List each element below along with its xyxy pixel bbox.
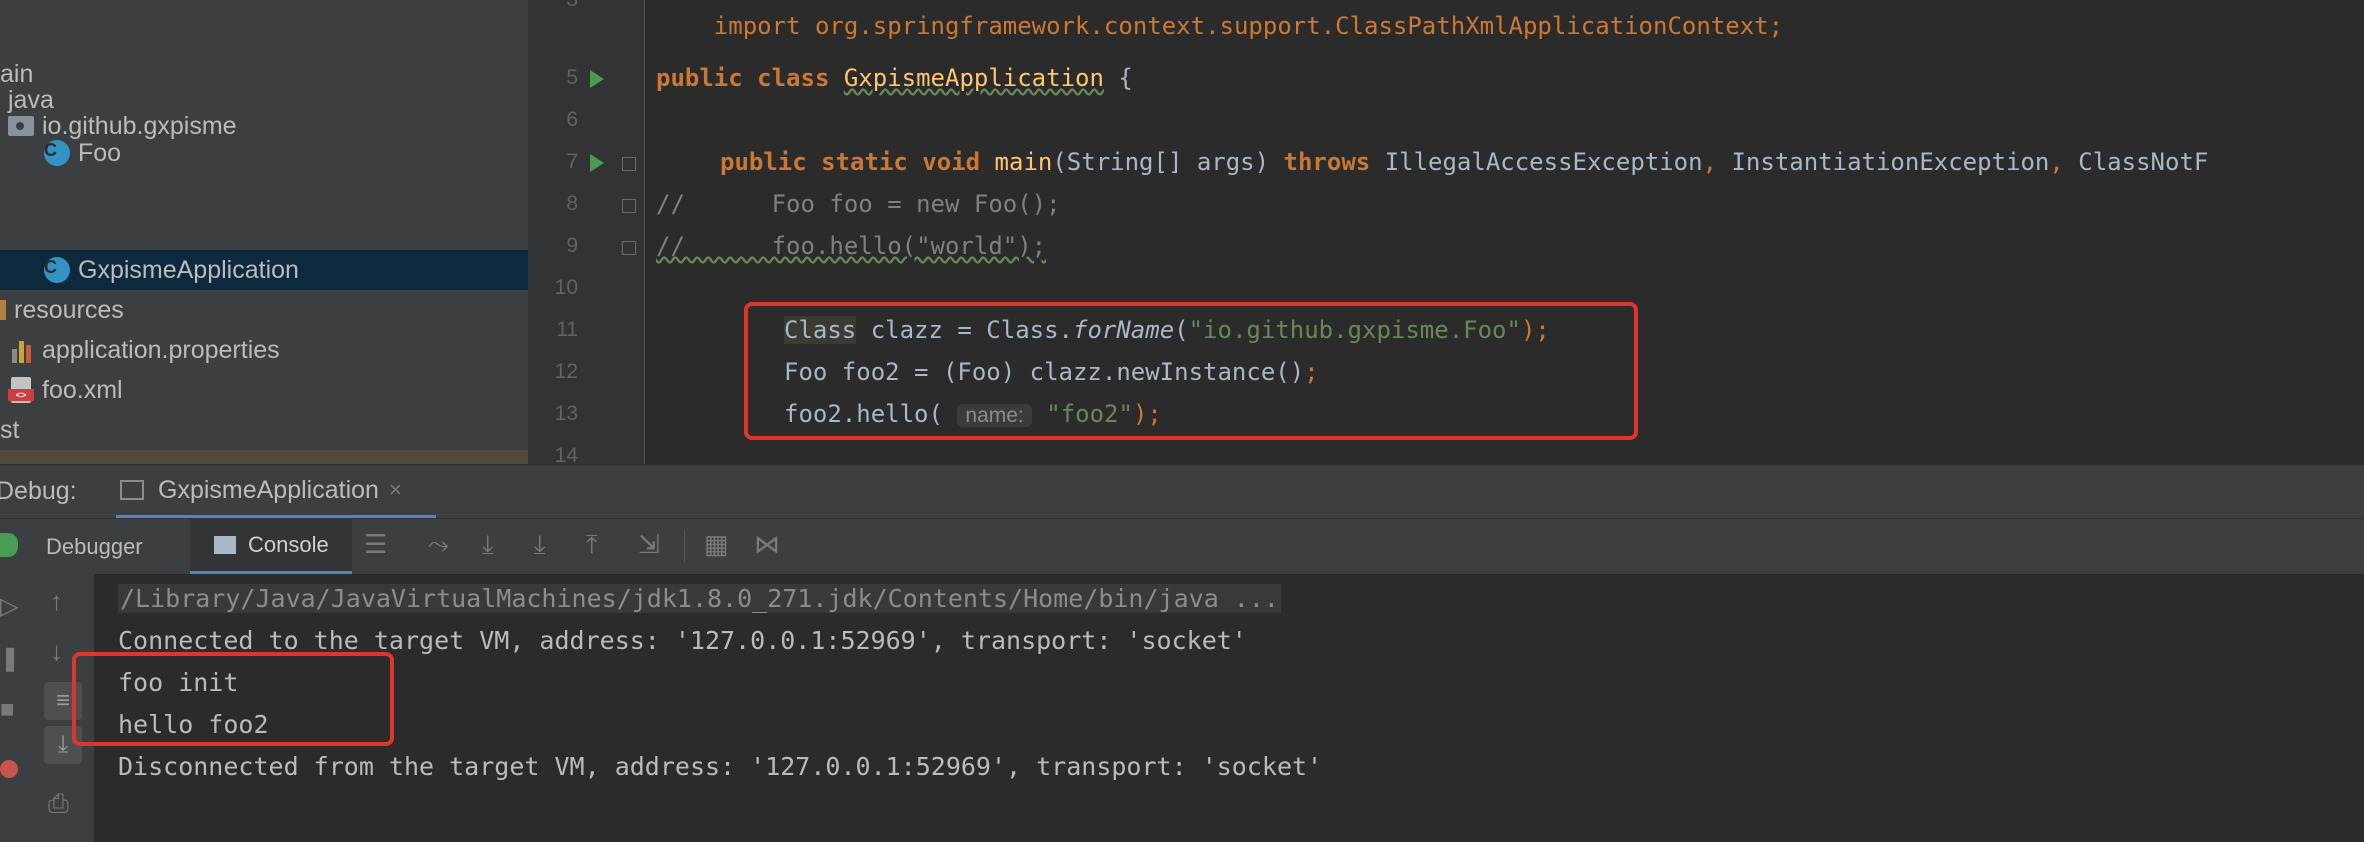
tab-label: Console [248, 532, 329, 557]
line-number: 13 [554, 402, 578, 425]
line-number: 3 [528, 0, 578, 12]
tree-item-label: GxpismeApplication [78, 255, 299, 284]
tree-item-label: st [0, 415, 20, 444]
print-icon[interactable]: ⎙ [48, 788, 69, 820]
fold-icon[interactable] [622, 199, 636, 213]
tree-item-label: application.properties [42, 335, 280, 364]
run-to-cursor-icon[interactable]: ⇲ [638, 529, 660, 560]
console-line: /Library/Java/JavaVirtualMachines/jdk1.8… [118, 584, 1281, 613]
highlight-box-output [72, 652, 394, 746]
debug-tool-window-header: Debug: GxpismeApplication × [0, 464, 2364, 519]
class-icon: C [44, 257, 70, 283]
console-line: Disconnected from the target VM, address… [118, 752, 1323, 781]
code-line-7: public static void main(String[] args) t… [720, 148, 2209, 176]
line-number: 5 [566, 66, 578, 89]
tree-item-foo[interactable]: C Foo [0, 133, 528, 173]
debug-bug-icon[interactable] [0, 533, 18, 557]
class-icon: C [44, 140, 70, 166]
code-line-9: // foo.hello("world"); [656, 232, 1047, 260]
tree-item-gxpisme-application[interactable]: C GxpismeApplication [0, 250, 528, 290]
show-execution-point-icon[interactable]: ⤳ [428, 529, 449, 561]
code-line-8: // Foo foo = new Foo(); [656, 190, 1061, 218]
close-icon[interactable]: × [389, 477, 402, 503]
run-main-icon[interactable] [590, 154, 604, 172]
line-number: 8 [566, 192, 578, 215]
code-line-5: public class GxpismeApplication { [656, 64, 1133, 92]
editor-gutter: 3 5 6 7 8 9 10 11 12 13 14 [528, 0, 645, 464]
line-number: 12 [554, 360, 578, 383]
step-over-icon[interactable]: ⤓ [482, 529, 494, 561]
tree-partial-row [0, 450, 528, 464]
tab-label: Debugger [46, 534, 143, 559]
up-arrow-icon[interactable]: ↑ [50, 586, 63, 617]
console-line: Connected to the target VM, address: '12… [118, 626, 1247, 655]
step-into-icon[interactable]: ⤓ [534, 529, 546, 561]
run-class-icon[interactable] [590, 70, 604, 88]
line-number: 14 [554, 444, 578, 464]
console-line-partial [118, 800, 133, 814]
debug-title: Debug: [0, 477, 77, 505]
console-icon [214, 536, 236, 554]
highlight-box-code [744, 302, 1638, 440]
line-number: 10 [554, 276, 578, 299]
tree-item-label: foo.xml [42, 375, 123, 404]
trace-icon[interactable]: ⋈ [754, 529, 780, 560]
pause-icon[interactable]: ❚ [0, 644, 20, 673]
code-line-3: import org.springframework.context.suppo… [713, 12, 1784, 40]
xml-file-icon: <> [8, 377, 34, 403]
tree-item-label: Foo [78, 138, 122, 167]
stop-icon[interactable]: ■ [0, 696, 15, 724]
step-out-icon[interactable]: ⤒ [586, 529, 598, 561]
evaluate-expression-icon[interactable]: ▦ [704, 529, 729, 560]
tree-item-resources[interactable]: resources [0, 290, 528, 330]
line-number: 11 [556, 318, 578, 341]
line-number: 9 [566, 234, 578, 257]
debug-toolbar: Debugger Console ☰ ⤳ ⤓ ⤓ ⤒ ⇲ ▦ ⋈ [0, 518, 2364, 576]
console-output[interactable]: /Library/Java/JavaVirtualMachines/jdk1.8… [94, 574, 2364, 842]
properties-file-icon [10, 337, 34, 363]
application-icon [120, 480, 144, 500]
tree-item-application-properties[interactable]: application.properties [0, 330, 528, 370]
tab-console[interactable]: Console [190, 519, 352, 575]
line-number: 6 [566, 108, 578, 131]
project-tree: ain java io.github.gxpisme C Foo C Gxpis… [0, 0, 528, 464]
line-number: 7 [566, 150, 578, 173]
down-arrow-icon[interactable]: ↓ [50, 636, 63, 667]
tree-item-foo-xml[interactable]: <> foo.xml [0, 370, 528, 410]
toolbar-divider [684, 531, 685, 563]
fold-icon[interactable] [622, 157, 636, 171]
resources-folder-icon [0, 300, 6, 320]
layout-menu-icon[interactable]: ☰ [364, 529, 387, 560]
fold-icon[interactable] [622, 241, 636, 255]
tab-debugger[interactable]: Debugger [46, 519, 143, 575]
tree-item-test[interactable]: st [0, 410, 528, 450]
debug-session-label: GxpismeApplication [158, 475, 379, 504]
code-editor[interactable]: 3 5 6 7 8 9 10 11 12 13 14 import org.sp… [528, 0, 2364, 464]
breakpoints-icon[interactable] [0, 760, 18, 778]
tree-item-label: resources [14, 295, 124, 324]
resume-icon[interactable]: ▷ [0, 592, 18, 621]
debug-session-tab[interactable]: GxpismeApplication × [116, 465, 436, 519]
